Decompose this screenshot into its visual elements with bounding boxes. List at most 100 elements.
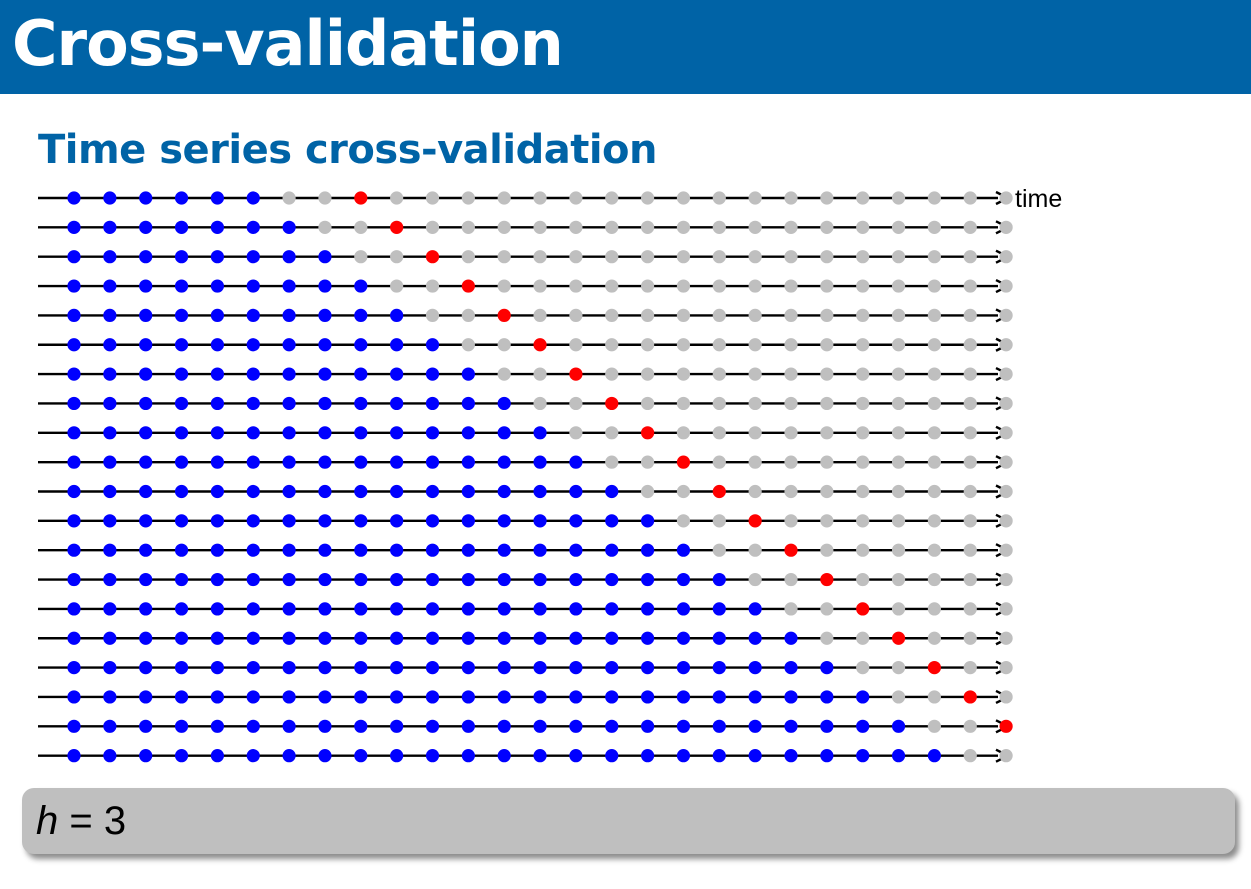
training-point xyxy=(139,455,153,469)
training-point xyxy=(139,279,153,293)
unused-point xyxy=(425,279,440,293)
unused-point xyxy=(856,308,870,322)
training-point xyxy=(712,690,726,704)
fold-row xyxy=(38,220,1013,235)
training-point xyxy=(354,661,368,675)
horizon-box: h = 3 xyxy=(22,788,1235,854)
training-point xyxy=(139,250,153,264)
training-point xyxy=(533,690,547,704)
training-point xyxy=(891,749,906,763)
unused-point xyxy=(891,426,906,440)
test-point xyxy=(641,426,655,440)
unused-point xyxy=(641,308,655,322)
unused-point xyxy=(784,220,798,234)
training-point xyxy=(282,250,296,264)
training-point xyxy=(461,572,475,587)
training-point xyxy=(174,308,189,322)
cross-validation-diagram: time xyxy=(38,185,1062,763)
training-point xyxy=(210,220,224,234)
unused-point xyxy=(712,308,726,322)
fold-row xyxy=(38,249,1013,264)
training-point xyxy=(246,455,260,469)
training-point xyxy=(497,661,511,675)
training-point xyxy=(712,749,726,763)
training-point xyxy=(354,543,368,557)
unused-point xyxy=(856,338,870,352)
training-point xyxy=(425,602,440,616)
unused-point xyxy=(533,220,547,234)
test-point xyxy=(497,308,511,322)
training-point xyxy=(103,396,117,411)
training-point xyxy=(67,396,81,411)
training-point xyxy=(174,279,189,293)
training-point xyxy=(425,367,440,381)
unused-point xyxy=(712,426,726,440)
unused-point xyxy=(641,250,655,264)
training-point xyxy=(354,572,368,587)
training-point xyxy=(390,338,404,352)
unused-point xyxy=(641,279,655,293)
training-point xyxy=(139,220,153,234)
training-point xyxy=(390,749,404,763)
unused-point xyxy=(963,338,977,352)
unused-point xyxy=(963,514,977,528)
training-point xyxy=(497,514,511,528)
training-point xyxy=(712,631,726,645)
training-point xyxy=(210,749,224,763)
training-point xyxy=(461,631,475,645)
unused-point xyxy=(927,631,942,645)
training-point xyxy=(210,631,224,645)
unused-point xyxy=(999,661,1013,675)
training-point xyxy=(282,719,296,733)
unused-point xyxy=(891,396,906,411)
training-point xyxy=(497,543,511,557)
training-point xyxy=(210,455,224,469)
training-point xyxy=(569,455,583,469)
fold-row xyxy=(38,513,1013,528)
unused-point xyxy=(497,250,511,264)
unused-point xyxy=(999,514,1013,528)
unused-point xyxy=(820,338,834,352)
unused-point xyxy=(927,220,942,234)
training-point xyxy=(210,661,224,675)
training-point xyxy=(174,220,189,234)
test-point xyxy=(569,367,583,381)
unused-point xyxy=(354,220,368,234)
training-point xyxy=(605,719,619,733)
training-point xyxy=(676,543,691,557)
training-point xyxy=(318,279,332,293)
unused-point xyxy=(605,250,619,264)
test-point xyxy=(425,250,440,264)
training-point xyxy=(282,396,296,411)
unused-point xyxy=(891,690,906,704)
training-point xyxy=(174,426,189,440)
training-point xyxy=(497,749,511,763)
unused-point xyxy=(461,308,475,322)
training-point xyxy=(425,572,440,587)
fold-row xyxy=(38,337,1013,352)
training-point xyxy=(210,484,224,499)
test-point xyxy=(533,338,547,352)
training-point xyxy=(139,367,153,381)
training-point xyxy=(318,250,332,264)
training-point xyxy=(569,719,583,733)
training-point xyxy=(425,631,440,645)
unused-point xyxy=(963,602,977,616)
unused-point xyxy=(605,338,619,352)
training-point xyxy=(174,602,189,616)
unused-point xyxy=(497,220,511,234)
unused-point xyxy=(533,250,547,264)
training-point xyxy=(641,543,655,557)
fold-row xyxy=(38,278,1013,294)
unused-point xyxy=(461,338,475,352)
unused-point xyxy=(390,279,404,293)
training-point xyxy=(139,572,153,587)
unused-point xyxy=(856,514,870,528)
training-point xyxy=(67,690,81,704)
unused-point xyxy=(963,220,977,234)
training-point xyxy=(246,250,260,264)
training-point xyxy=(210,514,224,528)
training-point xyxy=(425,426,440,440)
training-point xyxy=(390,661,404,675)
training-point xyxy=(67,191,81,205)
